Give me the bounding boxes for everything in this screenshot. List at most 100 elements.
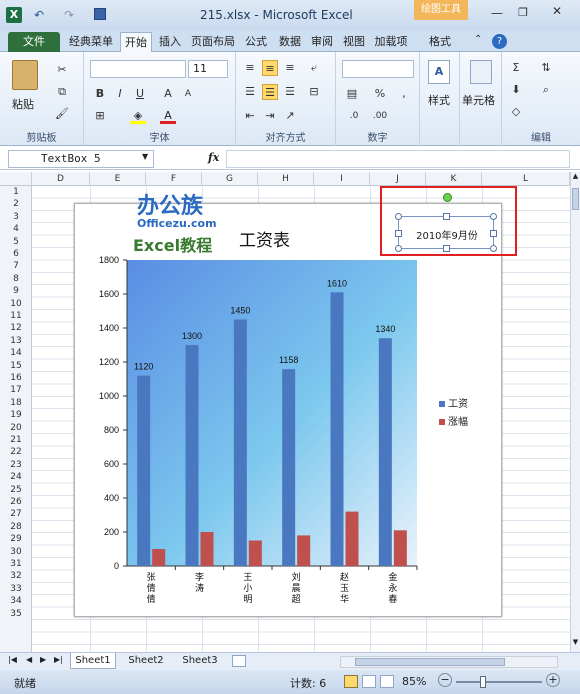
row-header-22[interactable]: 22 [0, 446, 32, 458]
increase-decimal-icon[interactable]: .0 [346, 108, 362, 124]
scroll-up-icon[interactable]: ▲ [571, 172, 580, 184]
tab-file[interactable]: 文件 [8, 32, 60, 52]
row-header-15[interactable]: 15 [0, 360, 32, 372]
tab-data[interactable]: 数据 [274, 32, 306, 52]
paste-icon[interactable] [12, 60, 38, 90]
row-header-16[interactable]: 16 [0, 372, 32, 384]
row-header-11[interactable]: 11 [0, 310, 32, 322]
align-middle-icon[interactable]: ≡ [262, 60, 278, 76]
align-right-icon[interactable]: ☰ [282, 84, 298, 100]
column-header-h[interactable]: H [258, 172, 314, 186]
row-header-28[interactable]: 28 [0, 521, 32, 533]
zoom-out-icon[interactable]: − [438, 673, 452, 687]
cells-icon[interactable] [470, 60, 492, 84]
tab-insert[interactable]: 插入 [154, 32, 186, 52]
align-top-icon[interactable]: ≡ [242, 60, 258, 76]
row-header-20[interactable]: 20 [0, 422, 32, 434]
row-header-9[interactable]: 9 [0, 285, 32, 297]
column-header-d[interactable]: D [32, 172, 90, 186]
column-header-g[interactable]: G [202, 172, 258, 186]
column-header-j[interactable]: J [370, 172, 426, 186]
row-header-30[interactable]: 30 [0, 546, 32, 558]
row-header-23[interactable]: 23 [0, 459, 32, 471]
font-color-icon[interactable]: A [160, 108, 176, 124]
row-header-18[interactable]: 18 [0, 397, 32, 409]
row-header-21[interactable]: 21 [0, 434, 32, 446]
paste-button-label[interactable]: 粘贴 [12, 96, 34, 112]
row-header-6[interactable]: 6 [0, 248, 32, 260]
minimize-button[interactable]: — [486, 6, 508, 22]
new-sheet-icon[interactable] [232, 655, 246, 667]
italic-button[interactable]: I [112, 86, 128, 102]
copy-icon[interactable]: ⧉ [54, 84, 70, 100]
fx-icon[interactable]: fx [208, 151, 219, 164]
restore-button[interactable]: ❐ [512, 6, 534, 22]
sheet-nav-next-icon[interactable]: ▶ [40, 655, 46, 664]
tab-home[interactable]: 开始 [120, 32, 152, 52]
vertical-scrollbar[interactable]: ▲ ▼ [570, 172, 580, 652]
select-all-corner[interactable] [0, 172, 32, 186]
styles-icon[interactable]: A [428, 60, 450, 84]
row-header-27[interactable]: 27 [0, 508, 32, 520]
sheet-tab-2[interactable]: Sheet2 [122, 653, 170, 669]
chart-object[interactable]: 办公族 Officezu.com Excel教程 工资表 0 200 400 600 8… [74, 194, 502, 617]
column-header-k[interactable]: K [426, 172, 482, 186]
column-header-e[interactable]: E [90, 172, 146, 186]
close-button[interactable]: ✕ [540, 4, 574, 22]
row-header-25[interactable]: 25 [0, 484, 32, 496]
row-header-14[interactable]: 14 [0, 347, 32, 359]
tab-formulas[interactable]: 公式 [240, 32, 272, 52]
increase-font-icon[interactable]: A [160, 86, 176, 102]
styles-label[interactable]: 样式 [428, 92, 450, 108]
indent-increase-icon[interactable]: ⇥ [262, 108, 278, 124]
row-header-34[interactable]: 34 [0, 595, 32, 607]
row-header-12[interactable]: 12 [0, 322, 32, 334]
row-header-32[interactable]: 32 [0, 570, 32, 582]
row-header-2[interactable]: 2 [0, 198, 32, 210]
zoom-slider-thumb[interactable] [480, 676, 486, 688]
redo-icon[interactable]: ↷ [64, 8, 74, 22]
comma-icon[interactable]: , [396, 86, 412, 102]
row-header-29[interactable]: 29 [0, 533, 32, 545]
horizontal-scrollbar[interactable] [340, 656, 558, 668]
name-box-dropdown-icon[interactable]: ▼ [142, 152, 148, 161]
row-header-7[interactable]: 7 [0, 260, 32, 272]
row-header-33[interactable]: 33 [0, 583, 32, 595]
zoom-level[interactable]: 85% [402, 675, 426, 688]
tab-page-layout[interactable]: 页面布局 [188, 32, 238, 52]
clear-icon[interactable]: ◇ [508, 104, 524, 120]
zoom-in-icon[interactable]: + [546, 673, 560, 687]
fill-icon[interactable]: ⬇ [508, 82, 524, 98]
find-select-icon[interactable]: ⌕ [538, 82, 554, 98]
border-icon[interactable]: ⊞ [92, 108, 108, 124]
tab-addins[interactable]: 加载项 [370, 32, 412, 52]
scroll-thumb[interactable] [572, 188, 579, 210]
save-icon[interactable] [94, 8, 106, 20]
row-header-24[interactable]: 24 [0, 471, 32, 483]
indent-decrease-icon[interactable]: ⇤ [242, 108, 258, 124]
view-page-layout-icon[interactable] [362, 675, 376, 688]
horizontal-scroll-thumb[interactable] [355, 658, 505, 666]
decrease-font-icon[interactable]: A [180, 86, 196, 102]
help-icon[interactable]: ? [492, 34, 507, 49]
tab-view[interactable]: 视图 [338, 32, 370, 52]
view-page-break-icon[interactable] [380, 675, 394, 688]
row-header-8[interactable]: 8 [0, 273, 32, 285]
name-box[interactable]: TextBox 5 [8, 150, 154, 168]
cut-icon[interactable]: ✂ [54, 62, 70, 78]
sheet-nav-last-icon[interactable]: ▶| [54, 655, 63, 664]
undo-icon[interactable]: ↶ [34, 8, 44, 22]
sheet-tab-3[interactable]: Sheet3 [176, 653, 224, 669]
column-header-l[interactable]: L [482, 172, 570, 186]
sheet-nav-prev-icon[interactable]: ◀ [26, 655, 32, 664]
merge-icon[interactable]: ⊟ [306, 84, 322, 100]
underline-button[interactable]: U [132, 86, 148, 102]
formula-input[interactable] [226, 150, 570, 168]
bold-button[interactable]: B [92, 86, 108, 102]
wrap-text-icon[interactable]: ⤶ [306, 60, 322, 76]
scroll-down-icon[interactable]: ▼ [571, 638, 580, 650]
row-header-4[interactable]: 4 [0, 223, 32, 235]
sort-filter-icon[interactable]: ⇅ [538, 60, 554, 76]
row-header-17[interactable]: 17 [0, 384, 32, 396]
ribbon-collapse-icon[interactable]: ⌃ [474, 34, 482, 45]
